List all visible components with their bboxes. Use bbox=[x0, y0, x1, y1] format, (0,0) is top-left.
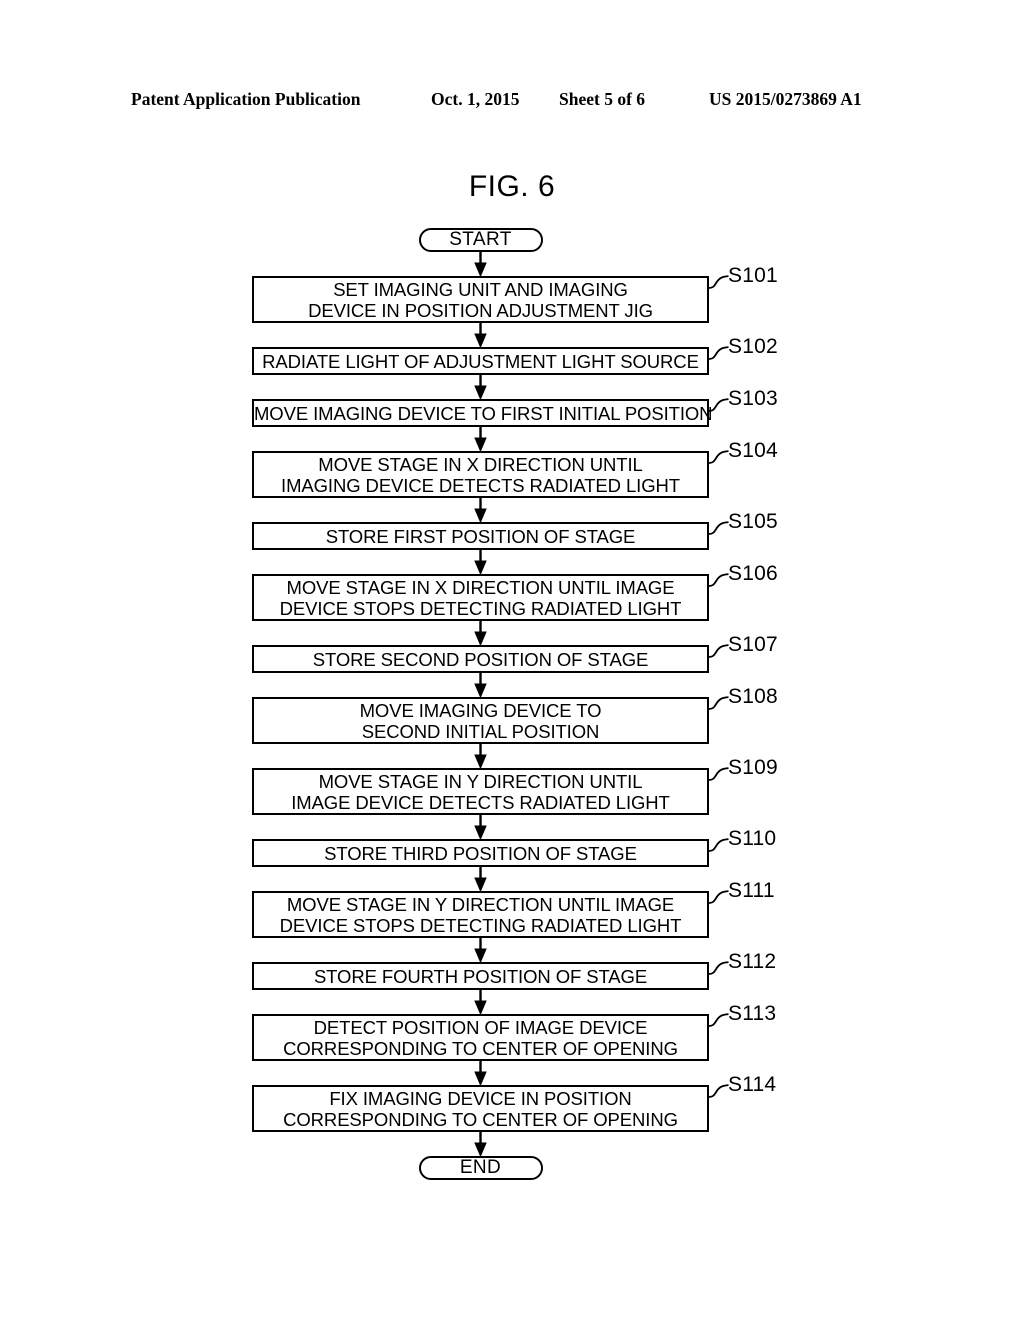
step-reference-label: S112 bbox=[728, 950, 777, 973]
process-box: STORE FIRST POSITION OF STAGE bbox=[252, 522, 709, 550]
process-box-line-2: CORRESPONDING TO CENTER OF OPENING bbox=[283, 1108, 678, 1130]
flow-end-terminal: END bbox=[418, 1156, 543, 1180]
process-box: STORE FOURTH POSITION OF STAGE bbox=[252, 962, 709, 990]
step-reference-label: S106 bbox=[728, 562, 778, 585]
step-reference-label: S114 bbox=[728, 1073, 777, 1096]
process-box-line-2: DEVICE STOPS DETECTING RADIATED LIGHT bbox=[279, 914, 682, 936]
flow-start-terminal: START bbox=[418, 228, 543, 252]
process-box-line-1: MOVE IMAGING DEVICE TO FIRST INITIAL POS… bbox=[254, 402, 713, 424]
process-box: DETECT POSITION OF IMAGE DEVICE CORRESPON… bbox=[252, 1014, 709, 1061]
process-box: MOVE STAGE IN X DIRECTION UNTIL IMAGE DEV… bbox=[252, 574, 709, 621]
process-box-line-1: RADIATE LIGHT OF ADJUSTMENT LIGHT SOURCE bbox=[262, 350, 699, 372]
step-reference-label: S107 bbox=[728, 633, 778, 656]
step-reference-label: S102 bbox=[728, 335, 778, 358]
step-reference-label: S109 bbox=[728, 756, 778, 779]
process-box-line-2: CORRESPONDING TO CENTER OF OPENING bbox=[283, 1037, 678, 1059]
step-reference-label: S105 bbox=[728, 510, 778, 533]
process-box: FIX IMAGING DEVICE IN POSITION CORRESPOND… bbox=[252, 1085, 709, 1132]
process-box-line-1: STORE SECOND POSITION OF STAGE bbox=[312, 648, 649, 670]
step-reference-label: S108 bbox=[728, 685, 778, 708]
step-reference-label: S111 bbox=[728, 879, 775, 902]
step-reference-label: S103 bbox=[728, 387, 778, 410]
patent-page-header: Patent Application Publication Oct. 1, 2… bbox=[0, 86, 1024, 112]
process-box: MOVE STAGE IN Y DIRECTION UNTIL IMAGE DEV… bbox=[252, 768, 709, 815]
process-box-line-1: SET IMAGING UNIT AND IMAGING bbox=[333, 278, 628, 300]
process-box: MOVE IMAGING DEVICE TO FIRST INITIAL POS… bbox=[252, 399, 713, 427]
step-reference-label: S104 bbox=[728, 439, 778, 462]
step-reference-label: S113 bbox=[728, 1002, 777, 1025]
process-box-line-1: MOVE STAGE IN X DIRECTION UNTIL IMAGE bbox=[286, 576, 675, 598]
sheet-number: Sheet 5 of 6 bbox=[559, 89, 646, 109]
figure-title: FIG. 6 bbox=[468, 170, 556, 203]
process-box: MOVE STAGE IN X DIRECTION UNTIL IMAGING D… bbox=[252, 451, 709, 498]
patent-number: US 2015/0273869 A1 bbox=[709, 89, 862, 109]
process-box: RADIATE LIGHT OF ADJUSTMENT LIGHT SOURCE bbox=[252, 347, 709, 375]
process-box-line-2: IMAGE DEVICE DETECTS RADIATED LIGHT bbox=[291, 791, 670, 813]
process-box-line-1: MOVE STAGE IN Y DIRECTION UNTIL IMAGE bbox=[286, 893, 675, 915]
process-box: SET IMAGING UNIT AND IMAGING DEVICE IN PO… bbox=[252, 276, 709, 323]
publication-date: Oct. 1, 2015 bbox=[431, 89, 520, 109]
process-box-line-2: IMAGING DEVICE DETECTS RADIATED LIGHT bbox=[281, 474, 680, 496]
process-box-line-1: STORE THIRD POSITION OF STAGE bbox=[324, 842, 637, 864]
step-reference-label: S110 bbox=[728, 827, 777, 850]
process-box-line-1: MOVE IMAGING DEVICE TO bbox=[359, 699, 602, 721]
step-reference-label: S101 bbox=[728, 264, 778, 287]
process-box-line-1: STORE FIRST POSITION OF STAGE bbox=[325, 525, 636, 547]
process-box: MOVE IMAGING DEVICE TO SECOND INITIAL POS… bbox=[252, 697, 709, 744]
process-box-line-2: DEVICE IN POSITION ADJUSTMENT JIG bbox=[308, 299, 653, 321]
process-box-line-1: MOVE STAGE IN Y DIRECTION UNTIL bbox=[318, 770, 643, 792]
process-box-line-2: DEVICE STOPS DETECTING RADIATED LIGHT bbox=[279, 597, 682, 619]
publication-label: Patent Application Publication bbox=[131, 89, 361, 109]
process-box: STORE THIRD POSITION OF STAGE bbox=[252, 839, 709, 867]
process-box: MOVE STAGE IN Y DIRECTION UNTIL IMAGE DEV… bbox=[252, 891, 709, 938]
process-box-line-1: FIX IMAGING DEVICE IN POSITION bbox=[329, 1087, 632, 1109]
process-box-line-1: STORE FOURTH POSITION OF STAGE bbox=[313, 965, 648, 987]
process-box-line-1: MOVE STAGE IN X DIRECTION UNTIL bbox=[318, 453, 643, 475]
process-box: STORE SECOND POSITION OF STAGE bbox=[252, 645, 709, 673]
process-box-line-1: DETECT POSITION OF IMAGE DEVICE bbox=[313, 1016, 648, 1038]
process-box-line-2: SECOND INITIAL POSITION bbox=[361, 720, 600, 742]
